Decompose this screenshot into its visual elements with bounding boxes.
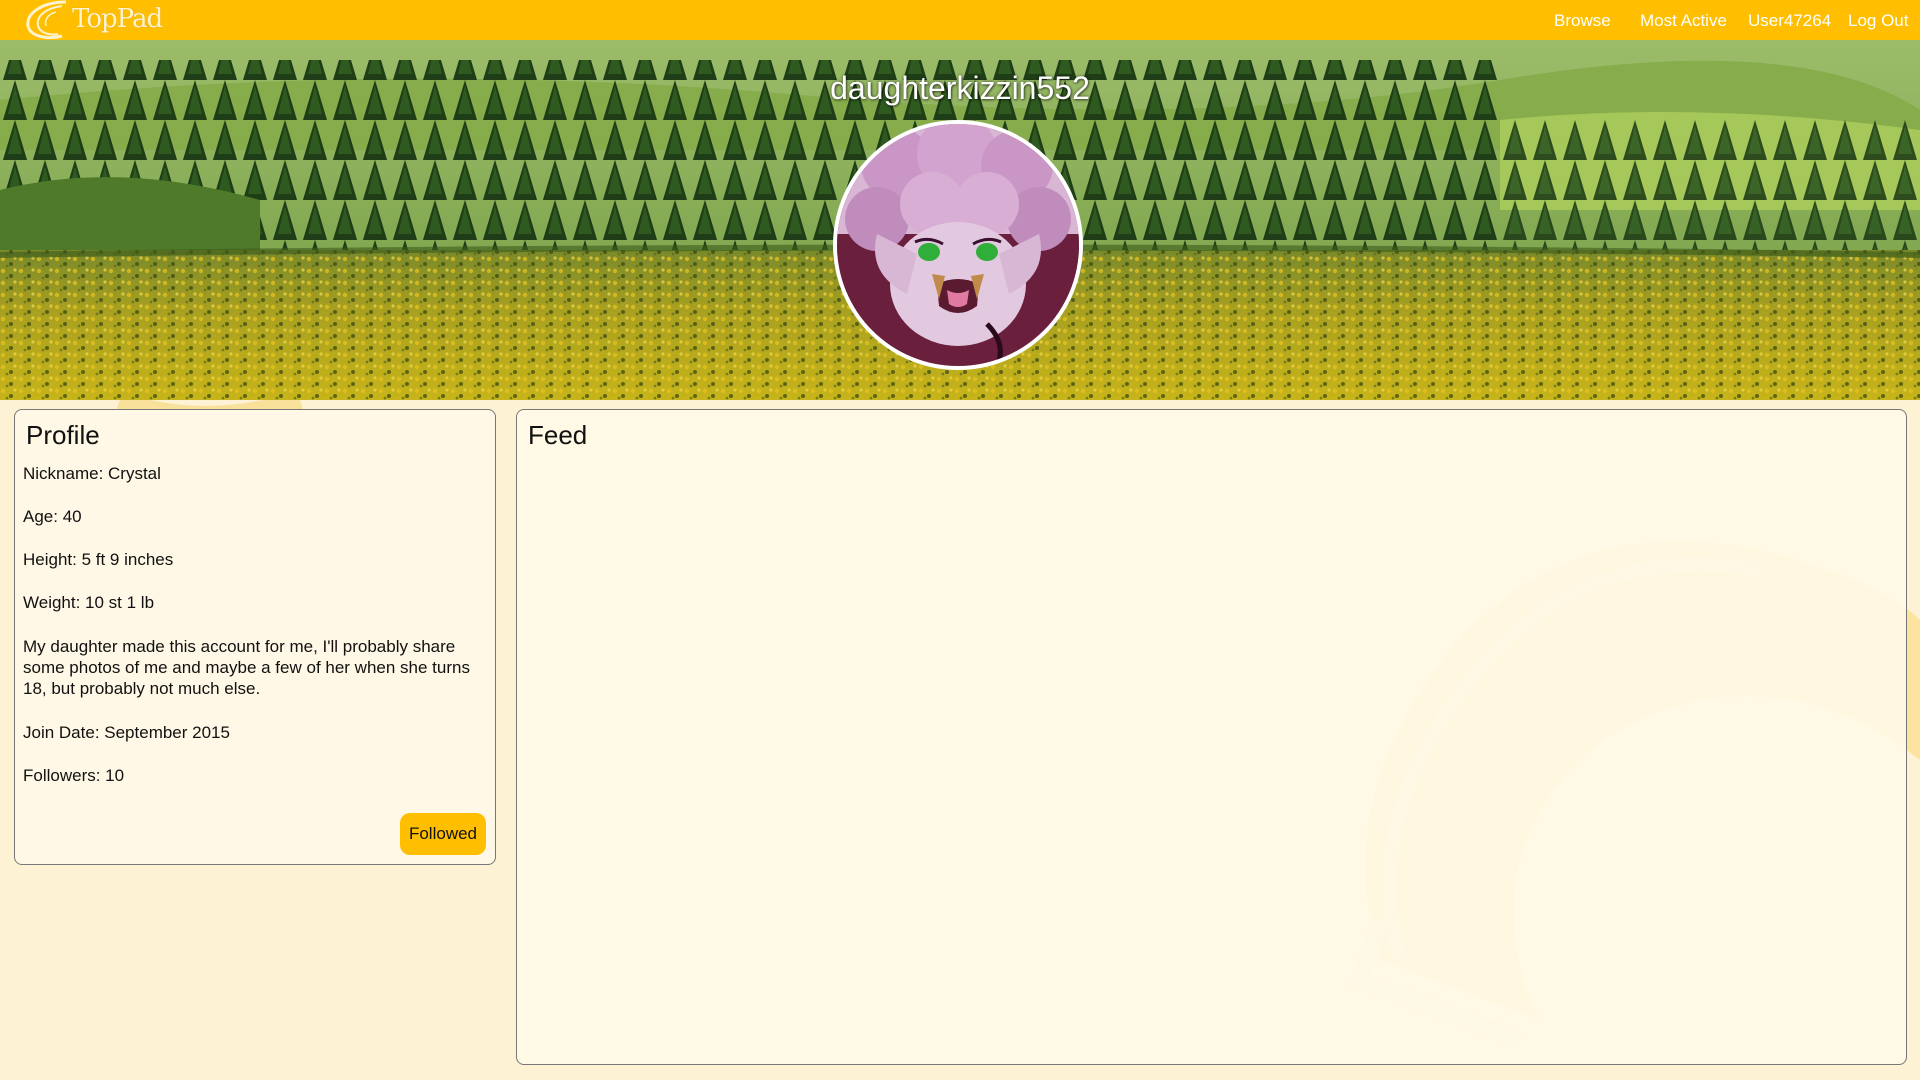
profile-panel-title: Profile <box>26 420 100 450</box>
nav-most-active-link[interactable]: Most Active <box>1640 11 1727 31</box>
feed-panel: Feed <box>516 409 1907 1065</box>
profile-join-date: Join Date: September 2015 <box>23 723 230 742</box>
profile-bio: My daughter made this account for me, I'… <box>23 637 470 698</box>
nav-user-link[interactable]: User47264 <box>1748 11 1831 31</box>
profile-height: Height: 5 ft 9 inches <box>23 550 174 569</box>
top-nav-bar: TopPad Browse Most Active User47264 Log … <box>0 0 1920 40</box>
profile-followers: Followers: 10 <box>23 766 125 785</box>
avatar-character-image <box>837 124 1079 366</box>
profile-panel: Profile Nickname: Crystal Age: 40 Height… <box>14 409 496 865</box>
logo-text: TopPad <box>72 4 163 34</box>
feed-panel-title: Feed <box>528 420 588 450</box>
nav-browse-link[interactable]: Browse <box>1554 11 1611 31</box>
site-logo[interactable]: TopPad <box>18 0 163 40</box>
nav-logout-link[interactable]: Log Out <box>1848 11 1909 31</box>
profile-age: Age: 40 <box>23 507 82 526</box>
profile-avatar[interactable] <box>833 120 1083 370</box>
follow-button[interactable]: Followed <box>400 813 486 855</box>
profile-nickname: Nickname: Crystal <box>23 464 161 483</box>
profile-username: daughterkizzin552 <box>830 70 1090 106</box>
profile-weight: Weight: 10 st 1 lb <box>23 593 155 612</box>
